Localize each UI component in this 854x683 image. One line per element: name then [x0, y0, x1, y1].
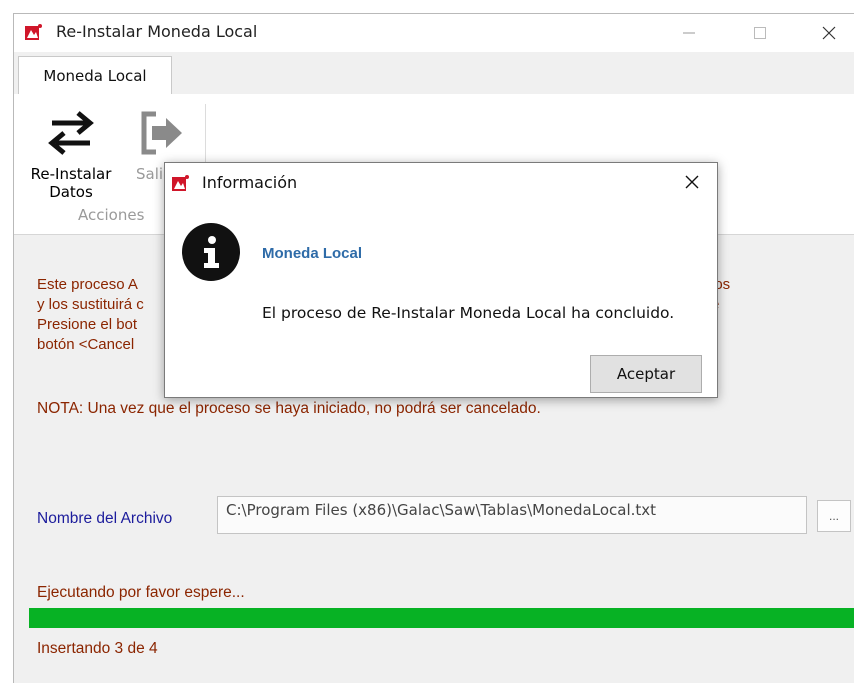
file-path-field[interactable]: C:\Program Files (x86)\Galac\Saw\Tablas\…: [217, 496, 807, 534]
window-title: Re-Instalar Moneda Local: [56, 22, 258, 41]
close-icon: [685, 175, 699, 189]
maximize-icon: [754, 27, 766, 39]
dialog-title: Información: [202, 173, 298, 192]
dialog-heading: Moneda Local: [262, 245, 363, 262]
desktop-margin-left: [0, 0, 13, 683]
tab-moneda-local[interactable]: Moneda Local: [18, 56, 172, 94]
info-text-line: Este proceso A: [37, 276, 138, 293]
progress-bar-fill: [29, 608, 854, 628]
browse-button[interactable]: ...: [817, 500, 851, 532]
dialog-close-button[interactable]: [677, 169, 707, 195]
dialog-body: Moneda Local El proceso de Re-Instalar M…: [165, 201, 717, 397]
app-icon: [25, 24, 42, 40]
ribbon-group-label: Acciones: [78, 206, 145, 224]
dialog-message: El proceso de Re-Instalar Moneda Local h…: [262, 304, 675, 322]
reinstall-label: Re-Instalar Datos: [26, 165, 116, 201]
minimize-button[interactable]: [659, 14, 719, 52]
info-text-line: y los sustituirá c: [37, 296, 144, 313]
minimize-icon: [683, 32, 695, 34]
close-button[interactable]: [799, 14, 854, 52]
maximize-button[interactable]: [730, 14, 790, 52]
swap-arrows-icon: [48, 111, 94, 155]
accept-button[interactable]: Aceptar: [590, 355, 702, 393]
tab-strip: Moneda Local: [14, 52, 854, 95]
main-window: Re-Instalar Moneda Local Moneda Local Re…: [13, 13, 854, 683]
progress-detail-text: Insertando 3 de 4: [37, 640, 158, 657]
info-dialog: Información Moneda Local El proceso de R…: [164, 162, 718, 398]
title-bar[interactable]: Re-Instalar Moneda Local: [14, 14, 854, 52]
dialog-app-icon: [172, 175, 189, 191]
info-text-line: Presione el bot: [37, 316, 138, 333]
info-text-line: botón <Cancel: [37, 336, 135, 353]
reinstall-label-line1: Re-Instalar: [30, 165, 112, 183]
reinstall-data-button[interactable]: Re-Instalar Datos: [26, 100, 116, 201]
desktop-margin-top: [0, 0, 854, 13]
progress-bar: [29, 608, 854, 628]
exit-icon: [141, 111, 182, 155]
info-icon: [182, 223, 240, 281]
file-name-label: Nombre del Archivo: [37, 510, 173, 527]
status-text: Ejecutando por favor espere...: [37, 584, 245, 601]
nota-text: NOTA: Una vez que el proceso se haya ini…: [37, 400, 541, 417]
dialog-title-bar[interactable]: Información: [165, 163, 717, 201]
reinstall-label-line2: Datos: [49, 183, 93, 201]
close-icon: [822, 26, 836, 40]
